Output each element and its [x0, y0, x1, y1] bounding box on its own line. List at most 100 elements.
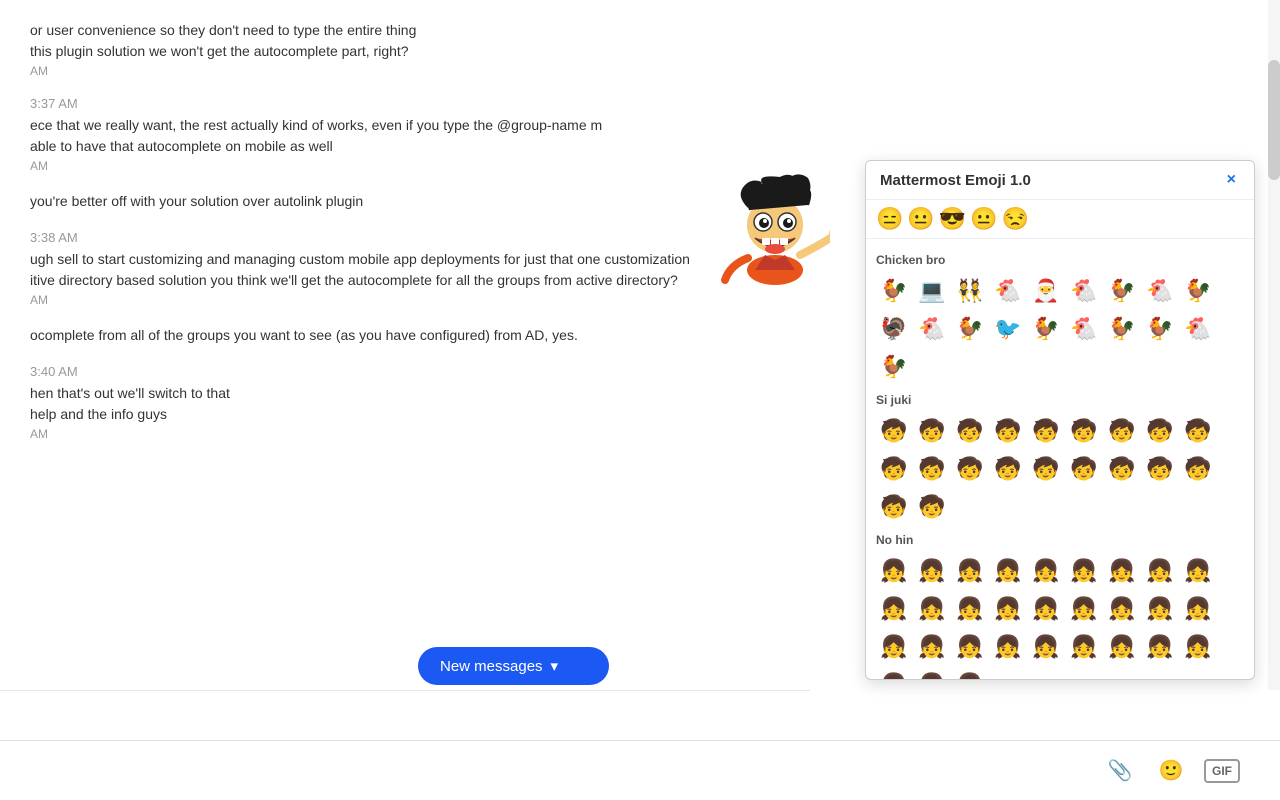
sticker[interactable]: 🧒 [914, 413, 950, 449]
message-time: AM [30, 159, 830, 173]
sticker[interactable]: 🐓 [1028, 311, 1064, 347]
emoji-top-row: 😑 😐 😎 😐 😒 [866, 200, 1254, 239]
sticker[interactable]: 🧒 [914, 451, 950, 487]
sticker[interactable]: 👧 [1066, 591, 1102, 627]
sticker[interactable]: 🧒 [990, 413, 1026, 449]
sticker[interactable]: 👧 [990, 553, 1026, 589]
sticker[interactable]: 👧 [1028, 553, 1064, 589]
message-input[interactable] [15, 708, 795, 724]
sticker[interactable]: 👧 [1066, 629, 1102, 665]
sticker[interactable]: 👧 [876, 591, 912, 627]
sticker[interactable]: 🧒 [876, 489, 912, 525]
sticker[interactable]: 💻 [914, 273, 950, 309]
emoji-panel-close-button[interactable]: × [1223, 171, 1240, 189]
emoji-icon: 🙂 [1159, 758, 1184, 783]
sticker[interactable]: 🐓 [876, 349, 912, 385]
sticker[interactable]: 👧 [1180, 629, 1216, 665]
sticker[interactable]: 🧒 [990, 451, 1026, 487]
emoji-cell[interactable]: 😑 [876, 206, 903, 232]
sticker[interactable]: 👧 [1066, 553, 1102, 589]
sticker[interactable]: 🐓 [1142, 311, 1178, 347]
sticker[interactable]: 🐔 [1066, 311, 1102, 347]
sticker[interactable]: 🧒 [1180, 413, 1216, 449]
scrollbar-track[interactable] [1268, 0, 1280, 690]
sticker[interactable]: 🧒 [876, 413, 912, 449]
sticker[interactable]: 🧒 [952, 413, 988, 449]
message-block: 3:40 AM hen that's out we'll switch to t… [30, 364, 830, 441]
sticker[interactable]: 👯 [952, 273, 988, 309]
sticker[interactable]: 👧 [952, 553, 988, 589]
new-messages-label: New messages [440, 658, 543, 675]
emoji-button[interactable]: 🙂 [1153, 753, 1189, 789]
sticker[interactable]: 🐦 [990, 311, 1026, 347]
sticker[interactable]: 🐓 [1180, 273, 1216, 309]
gif-button[interactable]: GIF [1204, 759, 1240, 783]
sticker[interactable]: 🧒 [1142, 413, 1178, 449]
sticker[interactable]: 👧 [1104, 553, 1140, 589]
sticker[interactable]: 👧 [1028, 629, 1064, 665]
sticker[interactable]: 🧒 [876, 451, 912, 487]
sticker[interactable]: 👧 [876, 667, 912, 679]
sticker[interactable]: 👧 [1104, 591, 1140, 627]
sticker[interactable]: 🧒 [1104, 413, 1140, 449]
sticker[interactable]: 🐔 [1142, 273, 1178, 309]
sticker[interactable]: 🐔 [990, 273, 1026, 309]
sticker[interactable]: 🎅 [1028, 273, 1064, 309]
toolbar: 📎 🙂 GIF [0, 740, 1280, 800]
sticker[interactable]: 🧒 [1028, 413, 1064, 449]
sticker[interactable]: 🐔 [1066, 273, 1102, 309]
gif-label: GIF [1212, 764, 1232, 778]
sticker[interactable]: 🧒 [1066, 413, 1102, 449]
sticker[interactable]: 🐔 [1180, 311, 1216, 347]
sticker[interactable]: 🐓 [876, 273, 912, 309]
sticker[interactable]: 👧 [876, 629, 912, 665]
message-timestamp: 3:37 AM [30, 96, 830, 111]
emoji-cell[interactable]: 😎 [939, 206, 966, 232]
sticker[interactable]: 🧒 [1066, 451, 1102, 487]
emoji-body[interactable]: Chicken bro 🐓 💻 👯 🐔 🎅 🐔 🐓 🐔 🐓 🦃 🐔 🐓 🐦 🐓 … [866, 239, 1254, 679]
sticker[interactable]: 👧 [1028, 591, 1064, 627]
sticker[interactable]: 👧 [952, 629, 988, 665]
sticker[interactable]: 🦃 [876, 311, 912, 347]
sticker[interactable]: 🧒 [1028, 451, 1064, 487]
sticker[interactable]: 👧 [1142, 591, 1178, 627]
sticker[interactable]: 👧 [914, 553, 950, 589]
sticker[interactable]: 🐓 [1104, 311, 1140, 347]
chicken-bro-grid: 🐓 💻 👯 🐔 🎅 🐔 🐓 🐔 🐓 🦃 🐔 🐓 🐦 🐓 🐔 🐓 🐓 [876, 273, 1244, 385]
new-messages-button[interactable]: New messages ▾ [418, 647, 609, 685]
sticker[interactable]: 👧 [1180, 553, 1216, 589]
emoji-cell[interactable]: 😐 [970, 206, 997, 232]
sticker[interactable]: 🧒 [1180, 451, 1216, 487]
sticker[interactable]: 👧 [914, 667, 950, 679]
sticker[interactable]: 🧒 [1142, 451, 1178, 487]
emoji-cell[interactable]: 😒 [1002, 206, 1029, 232]
sticker[interactable]: 🐓 [1104, 273, 1140, 309]
sticker[interactable]: 👧 [876, 553, 912, 589]
sticker[interactable]: 🐓 [952, 311, 988, 347]
message-timestamp: 3:38 AM [30, 230, 830, 245]
attach-button[interactable]: 📎 [1102, 753, 1138, 789]
sticker[interactable]: 👧 [1142, 553, 1178, 589]
sticker[interactable]: 🧒 [1104, 451, 1140, 487]
sticker[interactable]: 🐔 [914, 311, 950, 347]
message-block: 3:37 AM ece that we really want, the res… [30, 96, 830, 173]
emoji-cell[interactable]: 😐 [907, 206, 934, 232]
sticker[interactable]: 👧 [952, 667, 988, 679]
message-text: itive directory based solution you think… [30, 270, 830, 291]
scrollbar-thumb[interactable] [1268, 60, 1280, 180]
avatar [720, 170, 830, 290]
message-time: AM [30, 64, 830, 78]
sticker[interactable]: 👧 [990, 591, 1026, 627]
sticker[interactable]: 🧒 [952, 451, 988, 487]
message-text: ocomplete from all of the groups you wan… [30, 325, 830, 346]
sticker[interactable]: 👧 [914, 629, 950, 665]
sticker[interactable]: 👧 [1142, 629, 1178, 665]
paperclip-icon: 📎 [1108, 758, 1133, 783]
sticker[interactable]: 👧 [990, 629, 1026, 665]
sticker[interactable]: 👧 [914, 591, 950, 627]
sticker[interactable]: 👧 [1180, 591, 1216, 627]
sticker[interactable]: 👧 [1104, 629, 1140, 665]
sticker[interactable]: 🧒 [914, 489, 950, 525]
sticker[interactable]: 👧 [952, 591, 988, 627]
message-text: help and the info guys [30, 404, 830, 425]
